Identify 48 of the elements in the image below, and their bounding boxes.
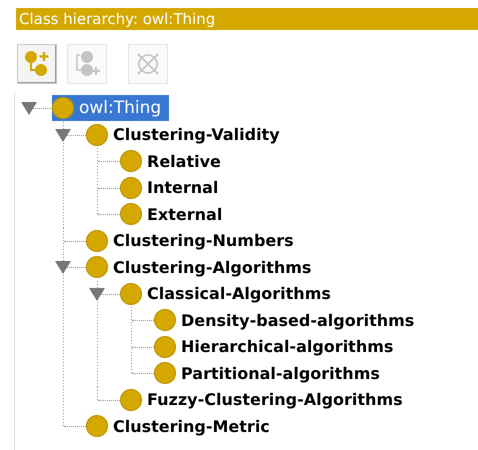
class-tree-item[interactable]: Clustering-Validity bbox=[86, 122, 288, 148]
delete-icon bbox=[135, 51, 161, 77]
expanded-toggle-icon[interactable] bbox=[55, 260, 71, 274]
add-subclass-icon bbox=[24, 50, 50, 78]
class-label: Partitional-algorithms bbox=[181, 364, 380, 383]
class-tree-item[interactable]: Classical-Algorithms bbox=[120, 280, 339, 307]
class-label: Internal bbox=[147, 178, 218, 198]
class-tree-item[interactable]: External bbox=[120, 201, 230, 228]
class-tree-item[interactable]: Clustering-Metric bbox=[86, 413, 278, 440]
add-sibling-icon bbox=[74, 50, 100, 78]
class-label: Clustering-Algorithms bbox=[113, 258, 312, 277]
class-tree-item[interactable]: Internal bbox=[120, 174, 226, 201]
expanded-toggle-icon[interactable] bbox=[21, 101, 37, 115]
class-icon bbox=[120, 176, 142, 199]
class-label: Clustering-Numbers bbox=[113, 231, 294, 250]
class-label: Density-based-algorithms bbox=[181, 310, 414, 330]
class-icon bbox=[120, 282, 142, 305]
class-icon bbox=[120, 388, 142, 411]
class-tree-item[interactable]: Fuzzy-Clustering-Algorithms bbox=[120, 386, 411, 413]
class-icon bbox=[86, 256, 108, 278]
class-icon bbox=[154, 362, 176, 384]
class-icon bbox=[86, 415, 108, 438]
class-tree-item[interactable]: Hierarchical-algorithms bbox=[154, 334, 402, 360]
class-icon bbox=[120, 203, 142, 226]
class-label: Relative bbox=[147, 152, 221, 171]
class-label: External bbox=[147, 204, 222, 224]
expanded-toggle-icon[interactable] bbox=[89, 286, 105, 300]
class-tree-item[interactable]: owl:Thing bbox=[52, 95, 170, 122]
expanded-toggle-icon[interactable] bbox=[55, 128, 71, 142]
class-icon bbox=[154, 336, 176, 358]
class-icon bbox=[52, 97, 74, 120]
add-subclass-button[interactable] bbox=[17, 44, 57, 84]
class-tree-item[interactable]: Partitional-algorithms bbox=[154, 360, 388, 386]
class-label: Clustering-Metric bbox=[113, 416, 270, 436]
class-tree-item[interactable]: Clustering-Numbers bbox=[86, 228, 302, 254]
class-tree-item[interactable]: Density-based-algorithms bbox=[154, 307, 422, 334]
class-label: Hierarchical-algorithms bbox=[181, 337, 394, 356]
class-icon bbox=[86, 124, 108, 146]
class-icon bbox=[154, 309, 176, 332]
class-label: owl:Thing bbox=[79, 98, 162, 118]
panel-title: Class hierarchy: owl:Thing bbox=[16, 8, 478, 30]
class-tree-item[interactable]: Relative bbox=[120, 148, 229, 174]
class-icon bbox=[86, 230, 108, 252]
class-label: Clustering-Validity bbox=[113, 125, 280, 144]
class-label: Classical-Algorithms bbox=[147, 284, 331, 304]
class-icon bbox=[120, 150, 142, 172]
class-label: Fuzzy-Clustering-Algorithms bbox=[147, 390, 403, 410]
class-tree-item[interactable]: Clustering-Algorithms bbox=[86, 254, 320, 280]
